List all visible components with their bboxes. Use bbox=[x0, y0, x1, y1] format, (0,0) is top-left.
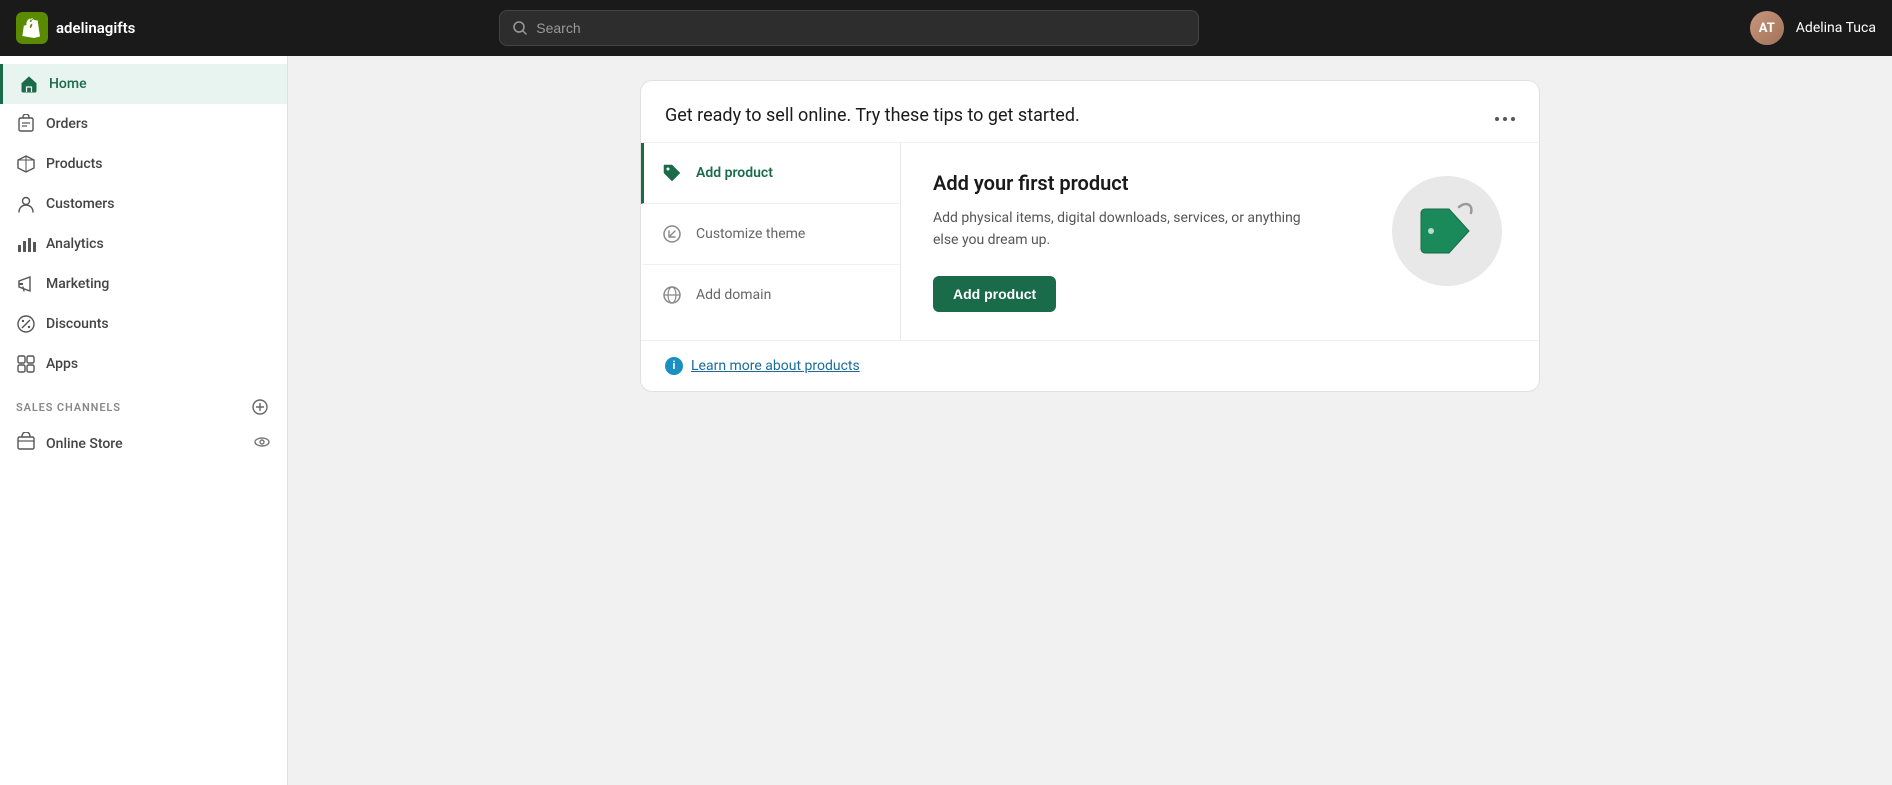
sidebar-item-analytics-label: Analytics bbox=[46, 236, 104, 252]
sidebar-item-analytics[interactable]: Analytics bbox=[0, 224, 287, 264]
shopify-logo-icon bbox=[16, 12, 48, 44]
sidebar-item-orders-label: Orders bbox=[46, 116, 88, 132]
add-product-cta-button[interactable]: Add product bbox=[933, 276, 1056, 312]
analytics-icon bbox=[16, 234, 36, 254]
search-icon bbox=[512, 20, 528, 36]
tip-content-text: Add your first product Add physical item… bbox=[933, 171, 1387, 312]
sidebar-item-apps-label: Apps bbox=[46, 356, 78, 372]
online-store-icon bbox=[16, 432, 36, 456]
home-icon bbox=[19, 74, 39, 94]
sidebar-item-discounts[interactable]: Discounts bbox=[0, 304, 287, 344]
customers-icon bbox=[16, 194, 36, 214]
apps-icon bbox=[16, 354, 36, 374]
card-header: Get ready to sell online. Try these tips… bbox=[641, 81, 1539, 143]
main-content: Get ready to sell online. Try these tips… bbox=[288, 56, 1892, 785]
card-footer: i Learn more about products bbox=[641, 340, 1539, 391]
sidebar: Home Orders Pro bbox=[0, 56, 288, 785]
tip-add-product-label: Add product bbox=[696, 165, 773, 181]
search-bar[interactable] bbox=[499, 10, 1199, 46]
tip-content-title: Add your first product bbox=[933, 171, 1387, 195]
brand: adelinagifts bbox=[16, 12, 216, 44]
learn-more-link[interactable]: Learn more about products bbox=[691, 358, 860, 374]
avatar-image: AT bbox=[1750, 11, 1784, 45]
sidebar-item-home-label: Home bbox=[49, 76, 87, 92]
marketing-icon bbox=[16, 274, 36, 294]
sidebar-item-apps[interactable]: Apps bbox=[0, 344, 287, 384]
add-sales-channel-button[interactable] bbox=[249, 396, 271, 418]
tag-icon bbox=[660, 161, 684, 185]
topbar-right: AT Adelina Tuca bbox=[1750, 11, 1876, 45]
card-body: Add product Customize theme bbox=[641, 143, 1539, 340]
sidebar-item-orders[interactable]: Orders bbox=[0, 104, 287, 144]
tip-content-description: Add physical items, digital downloads, s… bbox=[933, 207, 1313, 252]
tip-illustration bbox=[1387, 171, 1507, 291]
sidebar-item-marketing[interactable]: Marketing bbox=[0, 264, 287, 304]
sidebar-item-products-label: Products bbox=[46, 156, 103, 172]
orders-icon bbox=[16, 114, 36, 134]
card-header-title: Get ready to sell online. Try these tips… bbox=[665, 105, 1080, 126]
products-icon bbox=[16, 154, 36, 174]
layout: Home Orders Pro bbox=[0, 56, 1892, 785]
sales-channels-section: SALES CHANNELS bbox=[0, 384, 287, 422]
product-tag-illustration bbox=[1392, 176, 1502, 286]
store-name: adelinagifts bbox=[56, 19, 135, 37]
add-domain-icon bbox=[660, 283, 684, 307]
customize-theme-icon bbox=[660, 222, 684, 246]
online-store-left: Online Store bbox=[16, 432, 123, 456]
sidebar-item-home[interactable]: Home bbox=[0, 64, 287, 104]
info-icon-label: i bbox=[673, 359, 676, 372]
tip-customize-theme-label: Customize theme bbox=[696, 226, 805, 242]
tip-add-domain-label: Add domain bbox=[696, 287, 771, 303]
online-store-label: Online Store bbox=[46, 436, 123, 452]
card-more-button[interactable] bbox=[1495, 106, 1515, 126]
discounts-icon bbox=[16, 314, 36, 334]
tip-content: Add your first product Add physical item… bbox=[901, 143, 1539, 340]
sidebar-item-online-store[interactable]: Online Store bbox=[0, 422, 287, 466]
sidebar-item-discounts-label: Discounts bbox=[46, 316, 109, 332]
tip-item-customize-theme[interactable]: Customize theme bbox=[641, 204, 900, 265]
tip-item-add-product[interactable]: Add product bbox=[641, 143, 900, 204]
sidebar-item-customers[interactable]: Customers bbox=[0, 184, 287, 224]
topbar: adelinagifts AT Adelina Tuca bbox=[0, 0, 1892, 56]
avatar: AT bbox=[1750, 11, 1784, 45]
tips-list: Add product Customize theme bbox=[641, 143, 901, 340]
user-name: Adelina Tuca bbox=[1796, 20, 1876, 36]
sidebar-item-customers-label: Customers bbox=[46, 196, 114, 212]
getting-started-card: Get ready to sell online. Try these tips… bbox=[640, 80, 1540, 392]
tip-item-add-domain[interactable]: Add domain bbox=[641, 265, 900, 325]
sidebar-item-marketing-label: Marketing bbox=[46, 276, 109, 292]
sales-channels-label: SALES CHANNELS bbox=[16, 401, 121, 414]
product-tag-svg bbox=[1407, 191, 1487, 271]
online-store-preview-button[interactable] bbox=[253, 433, 271, 456]
info-icon: i bbox=[665, 357, 683, 375]
sidebar-item-products[interactable]: Products bbox=[0, 144, 287, 184]
search-input[interactable] bbox=[536, 20, 1186, 36]
